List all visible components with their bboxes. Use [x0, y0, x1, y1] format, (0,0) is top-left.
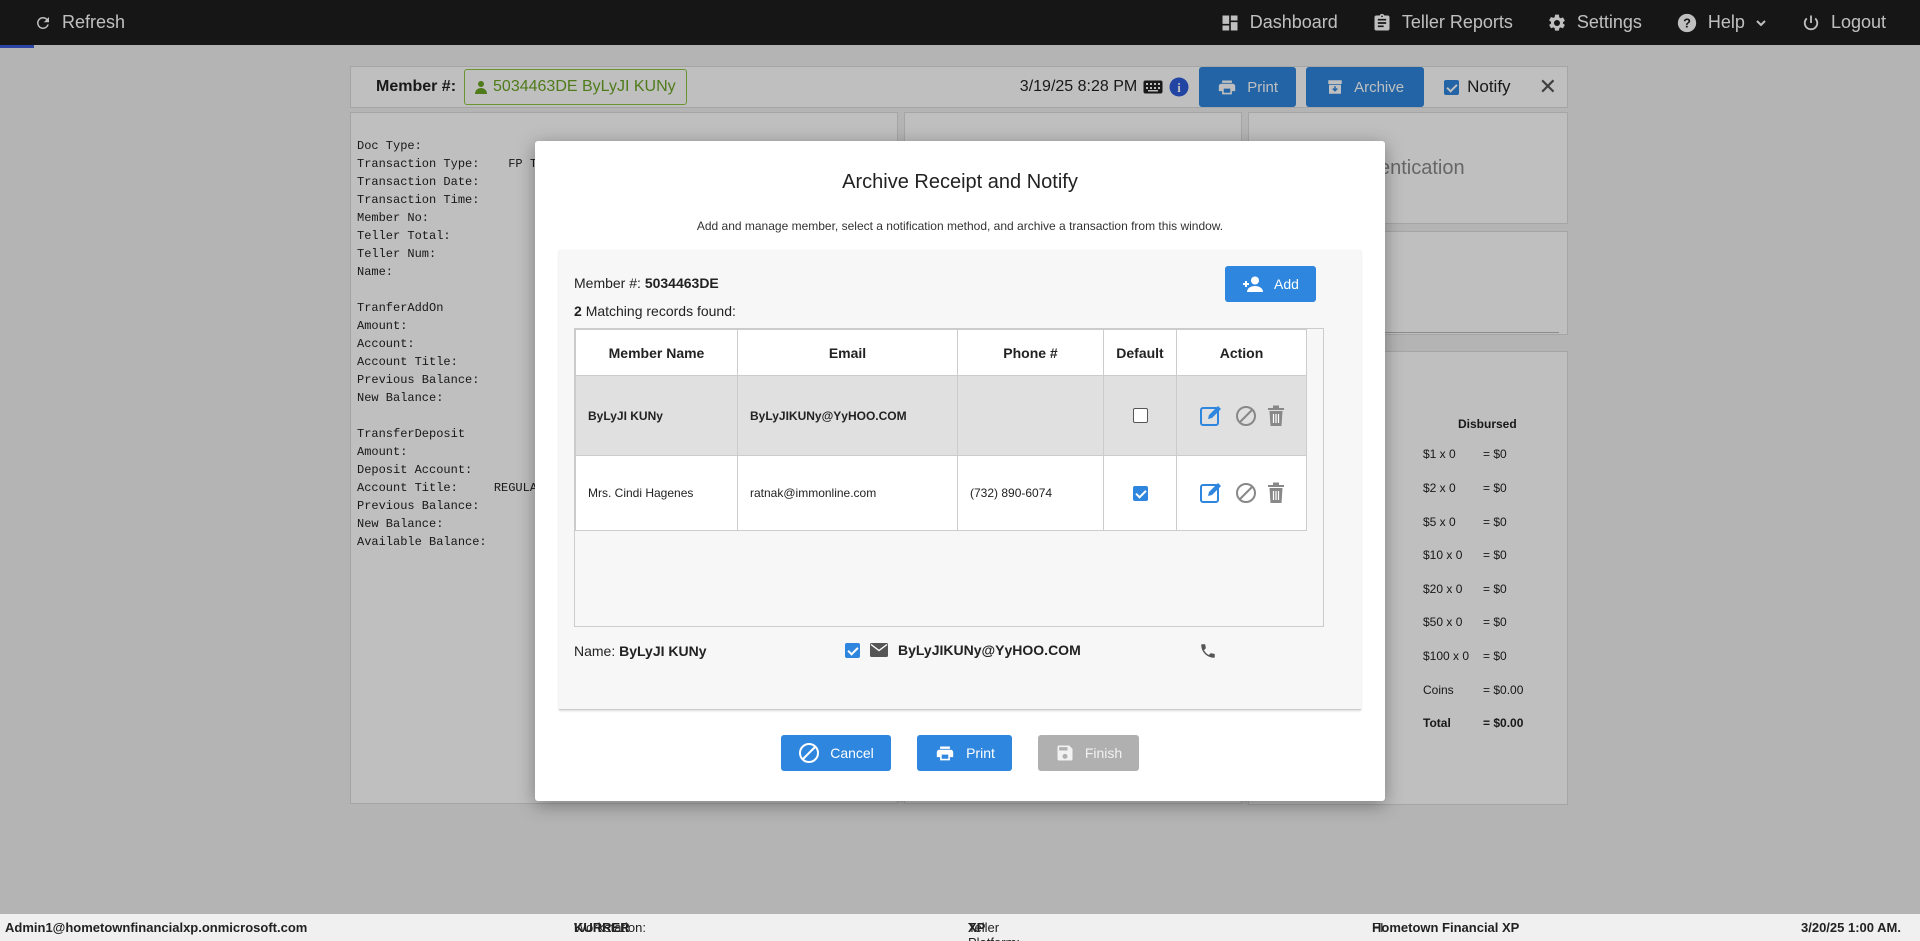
match-count: 2 [574, 303, 582, 319]
finish-label: Finish [1084, 745, 1123, 761]
default-checkbox[interactable] [1132, 485, 1148, 501]
trash-icon[interactable] [1267, 482, 1285, 504]
platform-label: Teller Platform: [968, 920, 1020, 941]
fi-label: FI: [1372, 920, 1388, 935]
status-fi: FI: Hometown Financial XP [1372, 920, 1519, 935]
cell-default [1103, 375, 1177, 456]
envelope-icon [870, 643, 888, 657]
fi-value: Hometown Financial XP [1372, 920, 1520, 935]
cancel-button[interactable]: Cancel [781, 735, 891, 771]
cell-member-name: Mrs. Cindi Hagenes [575, 455, 738, 531]
col-default[interactable]: Default [1103, 329, 1177, 376]
cell-email: ByLyJIKUNy@YyHOO.COM [737, 375, 958, 456]
cancel-label: Cancel [830, 745, 874, 761]
cell-actions [1176, 455, 1307, 531]
modal-title: Archive Receipt and Notify [842, 171, 1078, 193]
records-table-container[interactable]: Member Name Email Phone # Default Action… [574, 328, 1324, 627]
trash-icon[interactable] [1267, 405, 1285, 427]
selected-email: ByLyJIKUNy@YyHOO.COM [898, 642, 1081, 658]
status-user: Admin1@hometownfinancialxp.onmicrosoft.c… [5, 920, 308, 935]
col-phone[interactable]: Phone # [957, 329, 1104, 376]
email-notify-option: ByLyJIKUNy@YyHOO.COM [845, 642, 1081, 658]
add-member-button[interactable]: Add [1225, 266, 1316, 302]
modal-subtitle: Add and manage member, select a notifica… [696, 219, 1224, 233]
save-icon [1057, 745, 1073, 761]
name-value: ByLyJI KUNy [619, 643, 707, 659]
finish-button[interactable]: Finish [1038, 735, 1139, 771]
cancel-icon [799, 743, 820, 763]
cell-phone [957, 375, 1104, 456]
workstation-label: Workstation: [574, 920, 647, 935]
table-row[interactable]: ByLyJI KUNy ByLyJIKUNy@YyHOO.COM [575, 375, 1307, 456]
status-bar: Admin1@hometownfinancialxp.onmicrosoft.c… [0, 914, 1920, 941]
records-table: Member Name Email Phone # Default Action… [575, 329, 1307, 531]
cell-email: ratnak@immonline.com [737, 455, 958, 531]
edit-icon[interactable] [1199, 481, 1225, 505]
member-records-panel: Member #: 5034463DE 2 Matching records f… [559, 250, 1361, 710]
block-icon[interactable] [1235, 405, 1257, 427]
cell-default [1103, 455, 1177, 531]
printer-icon [936, 746, 954, 761]
modal-print-button[interactable]: Print [917, 735, 1012, 771]
phone-icon[interactable] [1199, 642, 1217, 660]
modal-member-number: Member #: 5034463DE [574, 275, 719, 291]
modal-member-label: Member #: [574, 275, 641, 291]
modal-print-label: Print [966, 745, 995, 761]
matching-records: 2 Matching records found: [574, 303, 736, 319]
selected-name: Name: ByLyJI KUNy [574, 643, 707, 659]
cell-member-name: ByLyJI KUNy [575, 375, 738, 456]
table-row[interactable]: Mrs. Cindi Hagenes ratnak@immonline.com … [575, 455, 1307, 531]
email-checkbox[interactable] [845, 642, 860, 658]
archive-notify-modal: Archive Receipt and Notify Add and manag… [535, 141, 1385, 801]
modal-member-value: 5034463DE [644, 275, 719, 291]
col-member-name[interactable]: Member Name [575, 329, 738, 376]
match-text: Matching records found: [585, 303, 736, 319]
col-action: Action [1176, 329, 1307, 376]
block-icon[interactable] [1235, 482, 1257, 504]
status-workstation: Workstation: KURRER [574, 920, 646, 935]
edit-icon[interactable] [1199, 404, 1225, 428]
cell-actions [1176, 375, 1307, 456]
add-user-icon [1243, 276, 1264, 292]
col-email[interactable]: Email [737, 329, 958, 376]
default-checkbox[interactable] [1132, 408, 1148, 424]
status-platform: Teller Platform: XP [968, 920, 1020, 941]
status-timestamp: 3/20/25 1:00 AM. [1801, 920, 1901, 935]
add-label: Add [1274, 276, 1299, 292]
cell-phone: (732) 890-6074 [957, 455, 1104, 531]
modal-footer: Cancel Print Finish [535, 735, 1385, 771]
name-label: Name: [574, 643, 616, 659]
